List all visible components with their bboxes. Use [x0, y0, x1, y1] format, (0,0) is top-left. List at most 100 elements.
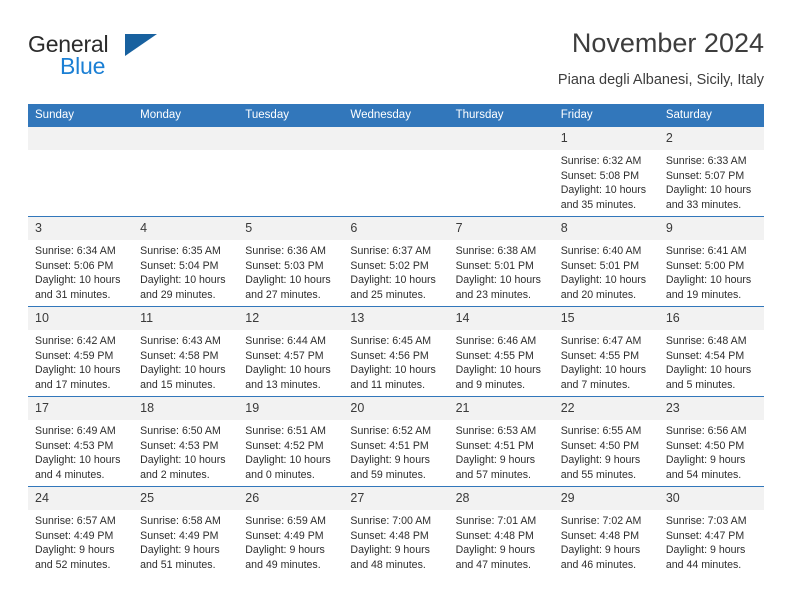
calendar-table: Sunday Monday Tuesday Wednesday Thursday… [28, 104, 764, 576]
daylight-text-line1: Daylight: 10 hours [245, 274, 331, 287]
day-number: 24 [28, 487, 134, 510]
title-block: November 2024 Piana degli Albanesi, Sici… [558, 26, 764, 90]
daylight-text-line1: Daylight: 10 hours [560, 184, 647, 197]
sunset-text: Sunset: 4:55 PM [455, 349, 534, 362]
daylight-text-line2: and 13 minutes. [245, 378, 321, 391]
calendar-day-cell[interactable]: 11 Sunrise: 6:43 AM Sunset: 4:58 PM Dayligh… [133, 306, 239, 397]
calendar-week-row: 10 Sunrise: 6:42 AM Sunset: 4:59 PM Dayligh… [28, 306, 764, 397]
daylight-text-line1: Daylight: 10 hours [140, 274, 226, 287]
calendar-day-cell[interactable]: 28 Sunrise: 7:01 AM Sunset: 4:48 PM Dayligh… [448, 486, 554, 576]
daylight-text-line2: and 20 minutes. [560, 288, 637, 301]
calendar-page: General Blue November 2024 Piana degli A… [0, 0, 792, 612]
daylight-text-line2: and 19 minutes. [665, 288, 742, 301]
weekday-header-friday: Friday [553, 104, 659, 127]
calendar-cell-empty [238, 127, 344, 217]
calendar-day-cell[interactable]: 19 Sunrise: 6:51 AM Sunset: 4:52 PM Dayligh… [238, 396, 344, 487]
calendar-cell-empty [343, 127, 449, 217]
day-number: 13 [343, 307, 449, 330]
calendar-day-cell[interactable]: 18 Sunrise: 6:50 AM Sunset: 4:53 PM Dayligh… [133, 396, 239, 487]
calendar-day-cell[interactable]: 4 Sunrise: 6:35 AM Sunset: 5:04 PM Daylight… [133, 216, 239, 307]
daylight-text-line1: Daylight: 10 hours [350, 364, 436, 377]
day-number: 18 [133, 397, 239, 420]
daylight-text-line2: and 46 minutes. [560, 558, 637, 571]
sunset-text: Sunset: 5:01 PM [560, 259, 640, 272]
day-number: 23 [658, 397, 764, 420]
daylight-text-line1: Daylight: 9 hours [560, 544, 641, 557]
daylight-text-line1: Daylight: 10 hours [665, 364, 752, 377]
calendar-day-cell[interactable]: 15 Sunrise: 6:47 AM Sunset: 4:55 PM Dayligh… [553, 306, 659, 397]
day-number: 7 [448, 217, 554, 240]
calendar-day-cell[interactable]: 27 Sunrise: 7:00 AM Sunset: 4:48 PM Dayligh… [343, 486, 449, 576]
daylight-text-line2: and 51 minutes. [140, 558, 216, 571]
daylight-text-line2: and 48 minutes. [350, 558, 426, 571]
calendar-day-cell[interactable]: 17 Sunrise: 6:49 AM Sunset: 4:53 PM Dayligh… [28, 396, 134, 487]
calendar-day-cell[interactable]: 16 Sunrise: 6:48 AM Sunset: 4:54 PM Dayligh… [658, 306, 764, 397]
daylight-text-line1: Daylight: 9 hours [140, 544, 220, 557]
sunset-text: Sunset: 5:06 PM [35, 259, 114, 272]
calendar-day-cell[interactable]: 20 Sunrise: 6:52 AM Sunset: 4:51 PM Dayligh… [343, 396, 449, 487]
calendar-day-cell[interactable]: 29 Sunrise: 7:02 AM Sunset: 4:48 PM Dayligh… [553, 486, 659, 576]
day-sun-info: Sunrise: 6:44 AM Sunset: 4:57 PM Daylight:… [238, 330, 343, 392]
daylight-text-line2: and 0 minutes. [245, 468, 315, 481]
day-sun-info: Sunrise: 6:37 AM Sunset: 5:02 PM Daylight:… [343, 240, 448, 302]
day-sun-info: Sunrise: 6:33 AM Sunset: 5:07 PM Daylight:… [659, 150, 764, 212]
sunrise-text: Sunrise: 6:44 AM [245, 335, 326, 347]
calendar-day-cell[interactable]: 21 Sunrise: 6:53 AM Sunset: 4:51 PM Dayligh… [448, 396, 554, 487]
sunrise-text: Sunrise: 6:33 AM [665, 155, 747, 167]
day-number: 26 [238, 487, 344, 510]
day-sun-info: Sunrise: 6:53 AM Sunset: 4:51 PM Daylight:… [449, 420, 554, 482]
calendar-day-cell[interactable]: 10 Sunrise: 6:42 AM Sunset: 4:59 PM Dayligh… [28, 306, 134, 397]
daylight-text-line1: Daylight: 10 hours [665, 274, 752, 287]
sunset-text: Sunset: 4:51 PM [455, 439, 534, 452]
sunset-text: Sunset: 4:48 PM [350, 529, 429, 542]
day-number: 22 [553, 397, 659, 420]
sunset-text: Sunset: 5:08 PM [560, 169, 640, 182]
sunset-text: Sunset: 4:48 PM [455, 529, 534, 542]
calendar-day-cell[interactable]: 30 Sunrise: 7:03 AM Sunset: 4:47 PM Dayligh… [658, 486, 764, 576]
calendar-day-cell[interactable]: 26 Sunrise: 6:59 AM Sunset: 4:49 PM Dayligh… [238, 486, 344, 576]
day-number: 21 [448, 397, 554, 420]
daylight-text-line2: and 4 minutes. [35, 468, 105, 481]
day-sun-info: Sunrise: 6:50 AM Sunset: 4:53 PM Daylight:… [133, 420, 238, 482]
calendar-day-cell[interactable]: 23 Sunrise: 6:56 AM Sunset: 4:50 PM Dayligh… [658, 396, 764, 487]
sunrise-text: Sunrise: 6:58 AM [140, 515, 221, 527]
calendar-day-cell[interactable]: 13 Sunrise: 6:45 AM Sunset: 4:56 PM Dayligh… [343, 306, 449, 397]
logo[interactable]: General Blue [28, 32, 258, 92]
calendar-day-cell[interactable]: 25 Sunrise: 6:58 AM Sunset: 4:49 PM Dayligh… [133, 486, 239, 576]
sunset-text: Sunset: 4:47 PM [665, 529, 745, 542]
calendar-day-cell[interactable]: 3 Sunrise: 6:34 AM Sunset: 5:06 PM Daylight… [28, 216, 134, 307]
sunset-text: Sunset: 4:49 PM [245, 529, 324, 542]
calendar-day-cell[interactable]: 24 Sunrise: 6:57 AM Sunset: 4:49 PM Dayligh… [28, 486, 134, 576]
calendar-cell-empty [448, 127, 554, 217]
sunrise-text: Sunrise: 6:42 AM [35, 335, 116, 347]
sunset-text: Sunset: 4:59 PM [35, 349, 114, 362]
calendar-day-cell[interactable]: 8 Sunrise: 6:40 AM Sunset: 5:01 PM Daylight… [553, 216, 659, 307]
calendar-day-cell[interactable]: 1 Sunrise: 6:32 AM Sunset: 5:08 PM Daylight… [553, 127, 659, 217]
weekday-header-row: Sunday Monday Tuesday Wednesday Thursday… [28, 104, 764, 127]
day-number: 5 [238, 217, 344, 240]
day-number: 28 [448, 487, 554, 510]
daylight-text-line1: Daylight: 10 hours [455, 364, 541, 377]
day-number: 1 [553, 127, 659, 150]
calendar-day-cell[interactable]: 22 Sunrise: 6:55 AM Sunset: 4:50 PM Dayligh… [553, 396, 659, 487]
daylight-text-line2: and 2 minutes. [140, 468, 210, 481]
daylight-text-line1: Daylight: 9 hours [455, 544, 536, 557]
calendar-day-cell[interactable]: 9 Sunrise: 6:41 AM Sunset: 5:00 PM Daylight… [658, 216, 764, 307]
daylight-text-line2: and 44 minutes. [665, 558, 742, 571]
calendar-day-cell[interactable]: 2 Sunrise: 6:33 AM Sunset: 5:07 PM Daylight… [658, 127, 764, 217]
calendar-day-cell[interactable]: 14 Sunrise: 6:46 AM Sunset: 4:55 PM Dayligh… [448, 306, 554, 397]
calendar-day-cell[interactable]: 5 Sunrise: 6:36 AM Sunset: 5:03 PM Daylight… [238, 216, 344, 307]
daylight-text-line1: Daylight: 10 hours [560, 364, 647, 377]
calendar-day-cell[interactable]: 12 Sunrise: 6:44 AM Sunset: 4:57 PM Dayligh… [238, 306, 344, 397]
calendar-week-row: 24 Sunrise: 6:57 AM Sunset: 4:49 PM Dayligh… [28, 486, 764, 576]
daylight-text-line1: Daylight: 9 hours [350, 454, 430, 467]
day-sun-info: Sunrise: 7:03 AM Sunset: 4:47 PM Daylight:… [659, 510, 764, 572]
sunset-text: Sunset: 4:53 PM [35, 439, 114, 452]
calendar-day-cell[interactable]: 7 Sunrise: 6:38 AM Sunset: 5:01 PM Daylight… [448, 216, 554, 307]
day-number: 10 [28, 307, 134, 330]
daylight-text-line2: and 27 minutes. [245, 288, 321, 301]
day-sun-info: Sunrise: 6:51 AM Sunset: 4:52 PM Daylight:… [238, 420, 343, 482]
daylight-text-line2: and 5 minutes. [665, 378, 736, 391]
calendar-day-cell[interactable]: 6 Sunrise: 6:37 AM Sunset: 5:02 PM Daylight… [343, 216, 449, 307]
triangle-icon [125, 34, 157, 56]
